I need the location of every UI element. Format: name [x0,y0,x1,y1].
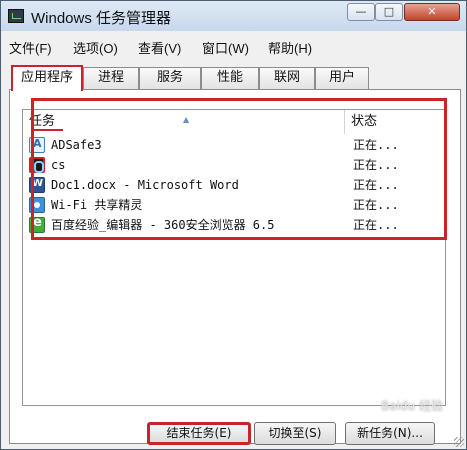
column-header-status[interactable]: 状态 [345,110,445,134]
task-status: 正在... [353,198,399,212]
task-status: 正在... [353,178,399,192]
task-name: 百度经验_编辑器 - 360安全浏览器 6.5 [51,218,275,232]
menu-window[interactable]: 窗口(W) [202,38,249,57]
tab-networking[interactable]: 联网 [259,67,315,89]
title-bar[interactable]: Windows 任务管理器 — □ ✕ [1,1,466,31]
cs-app-icon [29,157,45,173]
task-name: Wi-Fi 共享精灵 [51,198,143,212]
menu-help[interactable]: 帮助(H) [268,38,312,57]
task-row[interactable]: ADSafe3 正在... [23,135,445,155]
task-name: Doc1.docx - Microsoft Word [51,178,239,192]
watermark-logo: Baidu 经验 [381,399,443,413]
annotation-underline [33,129,63,131]
task-row[interactable]: Doc1.docx - Microsoft Word 正在... [23,175,445,195]
sort-ascending-icon: ▲ [183,115,190,124]
task-row[interactable]: 百度经验_编辑器 - 360安全浏览器 6.5 正在... [23,215,445,235]
close-button[interactable]: ✕ [404,3,460,21]
task-status: 正在... [353,138,399,152]
task-list[interactable]: 任务 ▲ 状态 ADSafe3 正在... cs 正在... Doc1.docx… [22,109,446,406]
task-row[interactable]: Wi-Fi 共享精灵 正在... [23,195,445,215]
task-row[interactable]: cs 正在... [23,155,445,175]
wifi-icon [29,197,45,213]
task-name: ADSafe3 [51,138,102,152]
task-manager-window: Windows 任务管理器 — □ ✕ 文件(F) 选项(O) 查看(V) 窗口… [0,0,467,450]
switch-to-button[interactable]: 切换至(S) [254,422,336,445]
menu-view[interactable]: 查看(V) [138,38,181,57]
tab-services[interactable]: 服务 [139,67,201,89]
menu-bar: 文件(F) 选项(O) 查看(V) 窗口(W) 帮助(H) [1,34,466,60]
resize-grip[interactable] [454,437,464,447]
adsafe-icon [29,137,45,153]
window-title: Windows 任务管理器 [31,10,172,27]
tab-strip: 应用程序 进程 服务 性能 联网 用户 [1,65,466,91]
word-icon [29,177,45,193]
tab-users[interactable]: 用户 [315,67,369,89]
task-manager-icon [8,9,24,23]
task-status: 正在... [353,218,399,232]
task-name: cs [51,158,66,172]
tab-performance[interactable]: 性能 [201,67,259,89]
menu-file[interactable]: 文件(F) [9,38,52,57]
menu-options[interactable]: 选项(O) [73,38,118,57]
end-task-button[interactable]: 结束任务(E) [147,422,251,445]
column-header-task-label: 任务 [29,114,56,129]
tab-applications[interactable]: 应用程序 [11,65,83,91]
browser-360-icon [29,215,45,233]
minimize-button[interactable]: — [347,3,375,21]
column-header-task[interactable]: 任务 ▲ [23,110,345,134]
maximize-button[interactable]: □ [375,3,403,21]
task-status: 正在... [353,158,399,172]
new-task-button[interactable]: 新任务(N)... [345,422,435,445]
tab-processes[interactable]: 进程 [83,67,139,89]
